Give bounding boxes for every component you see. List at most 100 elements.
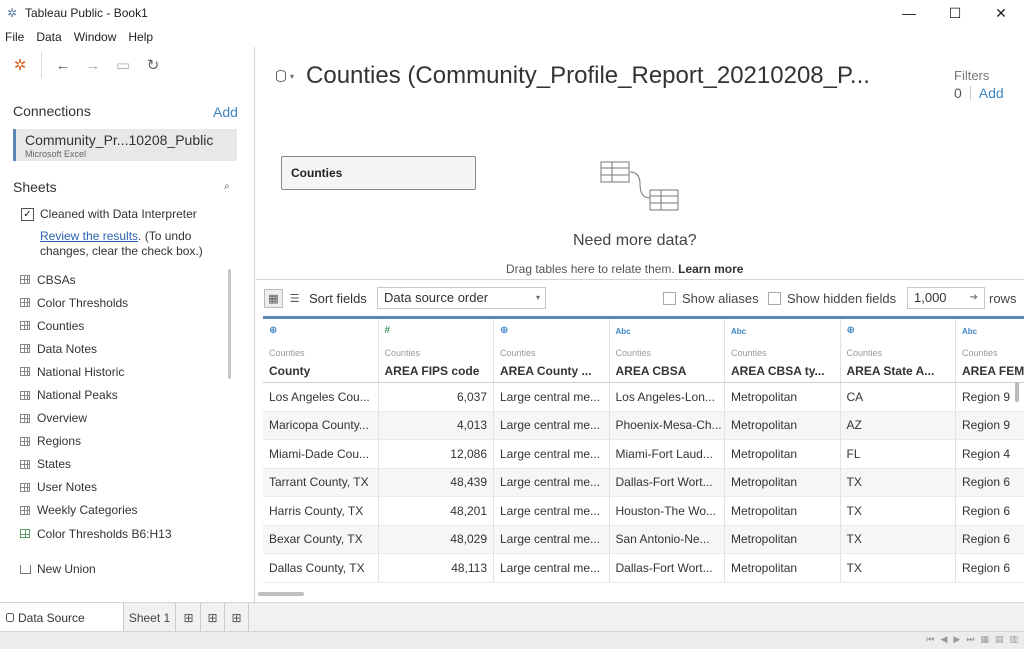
menu-data[interactable]: Data bbox=[30, 30, 67, 44]
table-cell[interactable]: Tarrant County, TX bbox=[263, 468, 379, 497]
table-cell[interactable]: Harris County, TX bbox=[263, 496, 379, 525]
table-cell[interactable]: Dallas-Fort Wort... bbox=[610, 468, 725, 497]
column-header[interactable]: Abc Counties AREA CBSA ty... bbox=[725, 319, 841, 382]
table-cell[interactable]: 6,037 bbox=[379, 382, 494, 411]
table-cell[interactable]: Los Angeles Cou... bbox=[263, 382, 379, 411]
first-sheet-icon[interactable]: ⏮ bbox=[926, 634, 934, 645]
table-cell[interactable]: 48,029 bbox=[379, 525, 494, 554]
show-filmstrip-icon[interactable]: ▤ bbox=[995, 634, 1004, 645]
table-cell[interactable]: CA bbox=[841, 382, 956, 411]
previous-sheet-icon[interactable]: ◀ bbox=[941, 634, 948, 645]
table-cell[interactable]: Dallas County, TX bbox=[263, 553, 379, 582]
sheet-item-color-thresholds[interactable]: Color Thresholds bbox=[20, 291, 172, 314]
tab-data-source[interactable]: Data Source bbox=[0, 603, 124, 632]
globe-icon[interactable]: ⊕ bbox=[269, 325, 277, 336]
table-cell[interactable]: Metropolitan bbox=[725, 382, 841, 411]
new-dashboard-icon[interactable]: ⊞ bbox=[201, 603, 225, 632]
sheet-item-weekly-categories[interactable]: Weekly Categories bbox=[20, 499, 172, 522]
table-cell[interactable]: Phoenix-Mesa-Ch... bbox=[610, 411, 725, 440]
string-type-icon[interactable]: Abc bbox=[962, 327, 977, 336]
sheet-list-scrollbar[interactable] bbox=[228, 269, 231, 379]
logical-table-counties[interactable]: Counties bbox=[281, 156, 476, 190]
string-type-icon[interactable]: Abc bbox=[616, 327, 631, 336]
table-cell[interactable]: 4,013 bbox=[379, 411, 494, 440]
globe-icon[interactable]: ⊕ bbox=[847, 325, 855, 336]
data-interpreter-checkbox[interactable]: ✓ bbox=[21, 207, 34, 221]
table-cell[interactable]: Region 4 bbox=[956, 440, 1024, 468]
add-connection-link[interactable]: Add bbox=[213, 104, 238, 120]
table-cell[interactable]: 12,086 bbox=[379, 439, 494, 468]
grid-view-icon[interactable]: ▦ bbox=[264, 289, 283, 308]
apply-arrow-icon[interactable]: ➔ bbox=[970, 288, 978, 308]
table-cell[interactable]: Region 9 bbox=[956, 411, 1024, 439]
globe-icon[interactable]: ⊕ bbox=[500, 325, 508, 336]
refresh-icon[interactable]: ↻ bbox=[138, 50, 168, 80]
table-cell[interactable]: TX bbox=[841, 468, 956, 497]
table-cell[interactable]: TX bbox=[841, 553, 956, 582]
new-union-item[interactable]: New Union bbox=[20, 562, 96, 576]
sheet-item-national-historic[interactable]: National Historic bbox=[20, 360, 172, 383]
sheet-item-color-thresholds-range[interactable]: Color Thresholds B6:H13 bbox=[20, 522, 172, 545]
table-cell[interactable]: Region 6 bbox=[956, 497, 1024, 525]
table-cell[interactable]: Metropolitan bbox=[725, 411, 841, 440]
minimize-button[interactable]: — bbox=[886, 0, 932, 26]
table-cell[interactable]: AZ bbox=[841, 411, 956, 440]
column-header[interactable]: ⊕ Counties AREA County ... bbox=[494, 319, 610, 382]
connection-item[interactable]: Community_Pr...10208_Public Microsoft Ex… bbox=[13, 129, 237, 161]
column-header[interactable]: ⊕ Counties County bbox=[263, 319, 379, 382]
rows-count-input[interactable]: 1,000 ➔ bbox=[907, 287, 985, 309]
string-type-icon[interactable]: Abc bbox=[731, 327, 746, 336]
maximize-button[interactable]: ☐ bbox=[932, 0, 978, 26]
next-sheet-icon[interactable]: ▶ bbox=[953, 634, 960, 645]
save-icon[interactable]: ▭ bbox=[108, 50, 138, 80]
table-cell[interactable]: Metropolitan bbox=[725, 496, 841, 525]
add-filter-link[interactable]: Add bbox=[979, 85, 1004, 101]
table-cell[interactable]: Region 6 bbox=[956, 554, 1024, 582]
sheet-item-counties[interactable]: Counties bbox=[20, 314, 172, 337]
show-hidden-fields-option[interactable]: Show hidden fields bbox=[768, 291, 896, 306]
show-aliases-checkbox[interactable] bbox=[663, 292, 676, 305]
table-cell[interactable]: TX bbox=[841, 525, 956, 554]
table-cell[interactable]: Large central me... bbox=[494, 553, 610, 582]
table-cell[interactable]: Dallas-Fort Wort... bbox=[610, 553, 725, 582]
column-header[interactable]: Abc Counties AREA CBSA bbox=[610, 319, 725, 382]
last-sheet-icon[interactable]: ⏭ bbox=[966, 634, 974, 645]
sheet-item-regions[interactable]: Regions bbox=[20, 430, 172, 453]
forward-icon[interactable]: → bbox=[78, 50, 108, 80]
show-aliases-option[interactable]: Show aliases bbox=[663, 291, 759, 306]
table-cell[interactable]: Large central me... bbox=[494, 468, 610, 497]
table-cell[interactable]: TX bbox=[841, 496, 956, 525]
table-cell[interactable]: Bexar County, TX bbox=[263, 525, 379, 554]
number-type-icon[interactable]: # bbox=[385, 325, 391, 336]
tab-sheet-1[interactable]: Sheet 1 bbox=[124, 603, 176, 632]
column-header[interactable]: # Counties AREA FIPS code bbox=[379, 319, 494, 382]
menu-window[interactable]: Window bbox=[68, 30, 123, 44]
table-cell[interactable]: 48,113 bbox=[379, 553, 494, 582]
sheet-item-cbsas[interactable]: CBSAs bbox=[20, 268, 172, 291]
table-cell[interactable]: Miami-Fort Laud... bbox=[610, 439, 725, 468]
table-cell[interactable]: Maricopa County... bbox=[263, 411, 379, 440]
table-cell[interactable]: 48,439 bbox=[379, 468, 494, 497]
table-cell[interactable]: Metropolitan bbox=[725, 439, 841, 468]
grid-vertical-scrollbar[interactable] bbox=[1015, 382, 1019, 402]
table-cell[interactable]: FL bbox=[841, 439, 956, 468]
sheet-item-data-notes[interactable]: Data Notes bbox=[20, 337, 172, 360]
search-icon[interactable]: ⌕ bbox=[224, 181, 230, 192]
grid-horizontal-scrollbar[interactable] bbox=[258, 592, 304, 596]
close-button[interactable]: ✕ bbox=[978, 0, 1024, 26]
list-view-icon[interactable]: ☰ bbox=[285, 289, 304, 308]
review-results-link[interactable]: Review the results bbox=[40, 229, 138, 243]
table-cell[interactable]: Miami-Dade Cou... bbox=[263, 439, 379, 468]
show-tabs-icon[interactable]: ▥ bbox=[1009, 634, 1018, 645]
table-cell[interactable]: Metropolitan bbox=[725, 468, 841, 497]
table-cell[interactable]: San Antonio-Ne... bbox=[610, 525, 725, 554]
table-cell[interactable]: Houston-The Wo... bbox=[610, 496, 725, 525]
table-cell[interactable]: Region 9 bbox=[956, 383, 1024, 411]
back-icon[interactable]: ← bbox=[48, 50, 78, 80]
new-story-icon[interactable]: ⊞ bbox=[225, 603, 249, 632]
column-header[interactable]: ⊕ Counties AREA State A... bbox=[841, 319, 956, 382]
table-cell[interactable]: Metropolitan bbox=[725, 525, 841, 554]
sheet-item-user-notes[interactable]: User Notes bbox=[20, 476, 172, 499]
chevron-down-icon[interactable]: ▾ bbox=[290, 72, 294, 81]
table-cell[interactable]: Los Angeles-Lon... bbox=[610, 382, 725, 411]
